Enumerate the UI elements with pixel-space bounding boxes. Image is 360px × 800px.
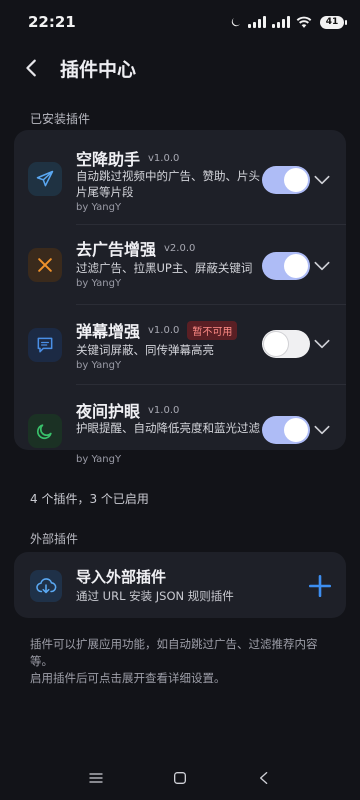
system-nav-bar <box>0 756 360 800</box>
import-icon-box <box>30 570 62 602</box>
battery-level: 41 <box>325 17 339 27</box>
plugin-description: 护眼提醒、自动降低亮度和蓝光过滤 <box>76 421 260 435</box>
footer-note: 插件可以扩展应用功能，如自动跳过广告、过滤推荐内容等。 启用插件后可点击展开查看… <box>30 636 336 687</box>
plugin-title-line: 夜间护眼 v1.0.0 <box>76 398 179 422</box>
nav-back-button[interactable] <box>252 766 276 790</box>
nav-home-button[interactable] <box>168 766 192 790</box>
add-plugin-button[interactable] <box>304 570 336 602</box>
plugin-author: by YangY <box>76 278 122 289</box>
installed-section-label: 已安装插件 <box>30 112 91 126</box>
expand-button[interactable] <box>312 170 332 190</box>
plugin-icon-box <box>28 414 62 448</box>
plugin-toggle[interactable] <box>262 166 310 194</box>
toggle-knob <box>264 332 288 356</box>
plus-icon <box>308 574 332 598</box>
chat-bubble-icon <box>37 337 53 353</box>
home-square-icon <box>174 772 186 784</box>
installed-plugins-card: 空降助手 v1.0.0 自动跳过视频中的广告、赞助、片头片尾等片段 by Yan… <box>14 130 346 465</box>
plugin-row-ad-block[interactable]: 去广告增强 v2.0.0 过滤广告、拉黑UP主、屏蔽关键词 by YangY <box>14 224 346 304</box>
back-triangle-icon <box>260 772 268 784</box>
plugin-description: 关键词屏蔽、同传弹幕高亮 <box>76 343 214 357</box>
plugin-icon-box <box>28 328 62 362</box>
plugin-row-night-mode[interactable]: 夜间护眼 v1.0.0 护眼提醒、自动降低亮度和蓝光过滤 by YangY <box>14 384 346 465</box>
plugin-title-line: 空降助手 v1.0.0 <box>76 146 179 170</box>
plugin-description: 过滤广告、拉黑UP主、屏蔽关键词 <box>76 261 253 275</box>
chevron-down-icon <box>314 339 330 349</box>
crescent-moon-icon <box>36 424 52 440</box>
plugin-summary: 4 个插件，3 个已启用 <box>30 492 149 506</box>
plugin-title-line: 去广告增强 v2.0.0 <box>76 236 195 260</box>
plugin-icon-box <box>28 162 62 196</box>
external-section-label: 外部插件 <box>30 532 79 546</box>
plugin-author: by YangY <box>76 202 122 213</box>
plugin-toggle[interactable] <box>262 330 310 358</box>
toggle-knob <box>284 418 308 442</box>
cloud-download-icon <box>36 578 57 594</box>
row-divider <box>76 304 346 305</box>
expand-button[interactable] <box>312 334 332 354</box>
plugin-version: v2.0.0 <box>164 242 196 254</box>
toggle-knob <box>284 168 308 192</box>
paper-plane-icon <box>36 170 54 187</box>
chevron-down-icon <box>314 261 330 271</box>
battery-icon: 41 <box>320 15 347 29</box>
plugin-version: v1.0.0 <box>148 324 180 336</box>
import-plugin-card[interactable]: 导入外部插件 通过 URL 安装 JSON 规则插件 <box>14 552 346 618</box>
chevron-down-icon <box>314 175 330 185</box>
nav-menu-button[interactable] <box>84 766 108 790</box>
plugin-description: 自动跳过视频中的广告、赞助、片头片尾等片段 <box>76 169 260 199</box>
plugin-title-line: 弹幕增强 v1.0.0 暂不可用 <box>76 318 238 342</box>
plugin-version: v1.0.0 <box>148 152 180 164</box>
chevron-down-icon <box>314 425 330 435</box>
plugin-icon-box <box>28 248 62 282</box>
chevron-left-icon <box>26 59 36 77</box>
plugin-row-skip-helper[interactable]: 空降助手 v1.0.0 自动跳过视频中的广告、赞助、片头片尾等片段 by Yan… <box>14 136 346 224</box>
plugin-toggle[interactable] <box>262 252 310 280</box>
plugin-row-danmaku[interactable]: 弹幕增强 v1.0.0 暂不可用 关键词屏蔽、同传弹幕高亮 by YangY <box>14 304 346 384</box>
plugin-name: 去广告增强 <box>76 240 157 259</box>
row-divider <box>76 384 346 385</box>
toggle-knob <box>284 254 308 278</box>
import-subtitle: 通过 URL 安装 JSON 规则插件 <box>76 589 234 603</box>
plugin-author: by YangY <box>76 454 122 465</box>
import-title: 导入外部插件 <box>76 568 167 586</box>
page-title: 插件中心 <box>60 58 137 81</box>
plugin-version: v1.0.0 <box>148 404 180 416</box>
status-icons: 41 <box>229 15 347 29</box>
close-x-icon <box>38 258 52 272</box>
plugin-name: 弹幕增强 <box>76 322 141 341</box>
plugin-author: by YangY <box>76 360 122 371</box>
status-time: 22:21 <box>28 13 76 31</box>
plugin-toggle[interactable] <box>262 416 310 444</box>
status-bar: 22:21 41 <box>0 0 360 44</box>
expand-button[interactable] <box>312 256 332 276</box>
footer-line: 启用插件后可点击展开查看详细设置。 <box>30 671 226 685</box>
footer-line: 插件可以扩展应用功能，如自动跳过广告、过滤推荐内容等。 <box>30 637 318 668</box>
menu-icon <box>89 773 103 783</box>
unavailable-badge: 暂不可用 <box>187 320 238 340</box>
moon-icon <box>231 17 240 26</box>
expand-button[interactable] <box>312 420 332 440</box>
plugin-name: 空降助手 <box>76 150 141 169</box>
signal-icon <box>248 16 266 28</box>
top-app-bar: 插件中心 <box>0 48 360 88</box>
row-divider <box>76 224 346 225</box>
back-button[interactable] <box>12 48 52 88</box>
plugin-name: 夜间护眼 <box>76 402 141 421</box>
wifi-icon <box>296 16 312 28</box>
signal-icon <box>272 16 290 28</box>
